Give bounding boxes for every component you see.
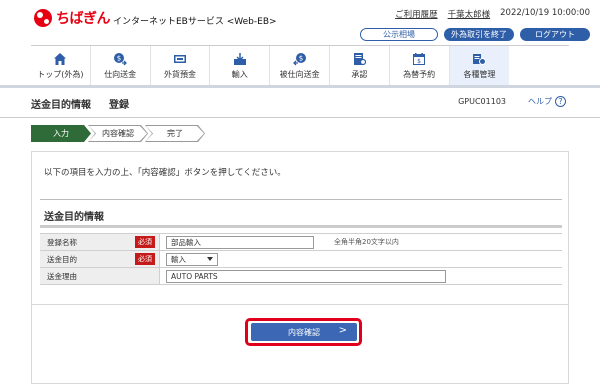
chevron-right-icon: > — [338, 325, 347, 336]
reason-input[interactable]: AUTO PARTS — [166, 269, 446, 283]
service-name: インターネットEBサービス <Web-EB> — [113, 16, 277, 27]
inward-remittance-icon: $ — [292, 52, 307, 66]
content-panel: 以下の項目を入力の上、「内容確認」ボタンを押してください。 送金目的情報 登録名… — [31, 151, 569, 384]
purpose-select-value: 輸入 — [171, 254, 186, 264]
section-bar — [40, 225, 562, 228]
help-label: ヘルプ — [528, 97, 552, 106]
progress-steps: 入力 内容確認 完了 — [31, 125, 205, 142]
nav-underline — [0, 85, 600, 88]
value-cell: 輸入 — [160, 251, 562, 267]
nav-label: 仕向送金 — [104, 69, 137, 79]
step-complete-label: 完了 — [167, 129, 183, 138]
user-name-link[interactable]: 千葉太郎様 — [448, 8, 491, 20]
form-section: 送金目的情報 登録名称 必須 部品輸入 全角半角20文字以内 送金目的 必須 輸… — [40, 199, 562, 302]
nav-item-foreign-deposit[interactable]: 外貨預金 — [151, 46, 211, 85]
name-label: 登録名称 — [47, 237, 77, 247]
label-cell: 送金理由 — [40, 268, 160, 284]
svg-text:$: $ — [417, 58, 421, 65]
usage-history-link[interactable]: ご利用履歴 — [395, 8, 438, 20]
purpose-label: 送金目的 — [47, 254, 77, 264]
step-input: 入力 — [31, 125, 91, 142]
management-icon — [472, 52, 487, 66]
nav-label: 外貨預金 — [163, 69, 196, 79]
fx-rates-button[interactable]: 公示相場 — [360, 28, 438, 41]
nav-item-approval[interactable]: 承認 — [330, 46, 390, 85]
step-confirm: 内容確認 — [88, 125, 148, 142]
footer-divider — [32, 304, 568, 305]
label-cell: 登録名称 必須 — [40, 234, 160, 250]
page-id: GPUC01103 — [458, 97, 506, 106]
nav-label: トップ(外為) — [37, 69, 84, 79]
home-icon — [53, 52, 67, 66]
page-title-sub: 登録 — [109, 100, 129, 111]
purpose-select[interactable]: 輸入 — [166, 252, 218, 266]
confirm-button[interactable]: 内容確認 > — [251, 323, 357, 341]
svg-text:$: $ — [298, 54, 302, 62]
value-cell: 部品輸入 全角半角20文字以内 — [160, 234, 562, 250]
step-confirm-label: 内容確認 — [102, 129, 134, 138]
name-input[interactable]: 部品輸入 — [166, 235, 314, 249]
section-title: 送金目的情報 — [44, 212, 104, 223]
remittance-purpose-form: 登録名称 必須 部品輸入 全角半角20文字以内 送金目的 必須 輸入 送金理由 … — [40, 233, 562, 285]
name-hint: 全角半角20文字以内 — [334, 238, 399, 246]
outward-remittance-icon: $ — [113, 52, 128, 66]
nav-label: 被仕向送金 — [279, 69, 320, 79]
nav-item-import[interactable]: 輸入 — [210, 46, 271, 85]
nav-label: 為替予約 — [403, 69, 436, 79]
header: ちばぎん インターネットEBサービス <Web-EB> ご利用履歴 千葉太郎様 … — [0, 0, 600, 45]
value-cell: AUTO PARTS — [160, 268, 562, 284]
page-title-main: 送金目的情報 — [31, 100, 91, 111]
foreign-deposit-icon — [173, 52, 187, 66]
form-row-purpose: 送金目的 必須 輸入 — [40, 251, 562, 268]
chevron-down-icon — [207, 257, 213, 261]
nav-item-fx-booking[interactable]: $ 為替予約 — [390, 46, 450, 85]
bank-logo: ちばぎん インターネットEBサービス <Web-EB> — [34, 8, 277, 28]
help-link[interactable]: ヘルプ ? — [528, 96, 566, 107]
nav-item-management[interactable]: 各種管理 — [449, 46, 510, 85]
import-icon — [233, 52, 247, 66]
nav-item-inward-remittance[interactable]: $ 被仕向送金 — [270, 46, 330, 85]
login-datetime: 2022/10/19 10:00:00 — [500, 8, 590, 18]
main-nav: トップ(外為) $ 仕向送金 外貨預金 輸入 $ 被仕向送金 承認 $ 為替予約 — [31, 45, 569, 85]
logout-button[interactable]: ログアウト — [520, 28, 590, 41]
nav-label: 輸入 — [231, 69, 248, 79]
nav-item-top[interactable]: トップ(外為) — [31, 46, 91, 85]
nav-label: 承認 — [351, 69, 368, 79]
bank-name: ちばぎん — [56, 11, 111, 27]
help-icon: ? — [555, 96, 566, 107]
confirm-button-label: 内容確認 — [288, 327, 320, 337]
label-cell: 送金目的 必須 — [40, 251, 160, 267]
approval-icon — [352, 52, 367, 66]
nav-label: 各種管理 — [463, 69, 496, 79]
logo-mark-icon — [34, 9, 52, 27]
utility-bar: ご利用履歴 千葉太郎様 2022/10/19 10:00:00 — [395, 8, 590, 20]
form-row-name: 登録名称 必須 部品輸入 全角半角20文字以内 — [40, 234, 562, 251]
end-fx-button[interactable]: 外為取引を終了 — [444, 28, 514, 41]
svg-text:$: $ — [117, 54, 121, 62]
step-complete: 完了 — [145, 125, 205, 142]
header-buttons: 公示相場 外為取引を終了 ログアウト — [360, 28, 590, 41]
nav-item-outward-remittance[interactable]: $ 仕向送金 — [91, 46, 151, 85]
required-badge: 必須 — [135, 253, 155, 265]
fx-booking-icon: $ — [412, 52, 426, 66]
page-divider — [0, 117, 600, 118]
form-row-reason: 送金理由 AUTO PARTS — [40, 268, 562, 285]
page-title: 送金目的情報 登録 — [31, 96, 129, 111]
reason-label: 送金理由 — [47, 271, 77, 281]
instruction-text: 以下の項目を入力の上、「内容確認」ボタンを押してください。 — [44, 168, 286, 178]
required-badge: 必須 — [135, 236, 155, 248]
